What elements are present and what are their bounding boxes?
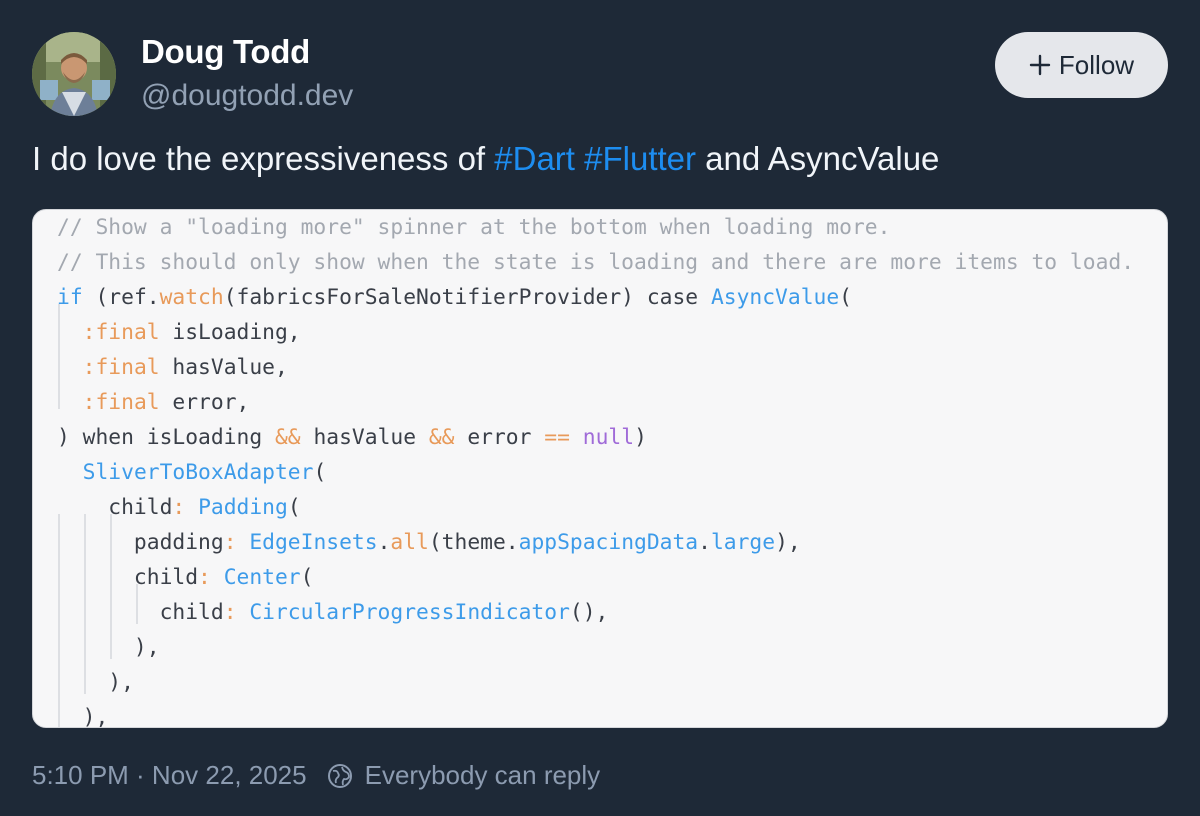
code-line: child: CircularProgressIndicator(), <box>57 600 609 625</box>
code-line: child: Center( <box>57 565 314 590</box>
plus-icon <box>1029 54 1051 76</box>
post-text-intro: I do love the expressiveness of <box>32 140 495 177</box>
post-card: Doug Todd @dougtodd.dev Follow I do love… <box>0 0 1200 816</box>
post-text: I do love the expressiveness of #Dart #F… <box>32 140 939 178</box>
globe-icon <box>327 763 352 788</box>
reply-setting[interactable]: Everybody can reply <box>365 760 601 791</box>
avatar[interactable] <box>32 32 116 116</box>
follow-button[interactable]: Follow <box>995 32 1168 98</box>
author-name[interactable]: Doug Todd <box>141 33 310 71</box>
timestamp[interactable]: 5:10 PM · Nov 22, 2025 <box>32 760 307 791</box>
code-block: // Show a "loading more" spinner at the … <box>57 210 1135 728</box>
code-line: ), <box>57 635 160 660</box>
code-line: ), <box>57 705 109 728</box>
code-line: // Show a "loading more" spinner at the … <box>57 215 891 240</box>
follow-label: Follow <box>1058 49 1135 80</box>
code-line: ), <box>57 670 134 695</box>
code-line: // This should only show when the state … <box>57 250 1135 275</box>
post-meta: 5:10 PM · Nov 22, 2025 Everybody can rep… <box>32 760 600 791</box>
hashtag-dart[interactable]: #Dart <box>494 140 575 177</box>
author-handle[interactable]: @dougtodd.dev <box>141 79 353 113</box>
code-line: SliverToBoxAdapter( <box>82 460 327 485</box>
code-line: padding: EdgeInsets.all(theme.appSpacing… <box>57 530 801 555</box>
post-text-outro: and AsyncValue <box>696 140 940 177</box>
code-line: :final isLoading, <box>82 320 301 345</box>
code-screenshot[interactable]: // Show a "loading more" spinner at the … <box>32 209 1168 728</box>
code-line: :final error, <box>82 390 250 415</box>
code-line: :final hasValue, <box>82 355 288 380</box>
hashtag-flutter[interactable]: #Flutter <box>584 140 696 177</box>
code-line: if (ref.watch(fabricsForSaleNotifierProv… <box>57 285 852 310</box>
code-line: child: Padding( <box>57 495 301 520</box>
code-line: ) when isLoading && hasValue && error ==… <box>57 425 647 450</box>
